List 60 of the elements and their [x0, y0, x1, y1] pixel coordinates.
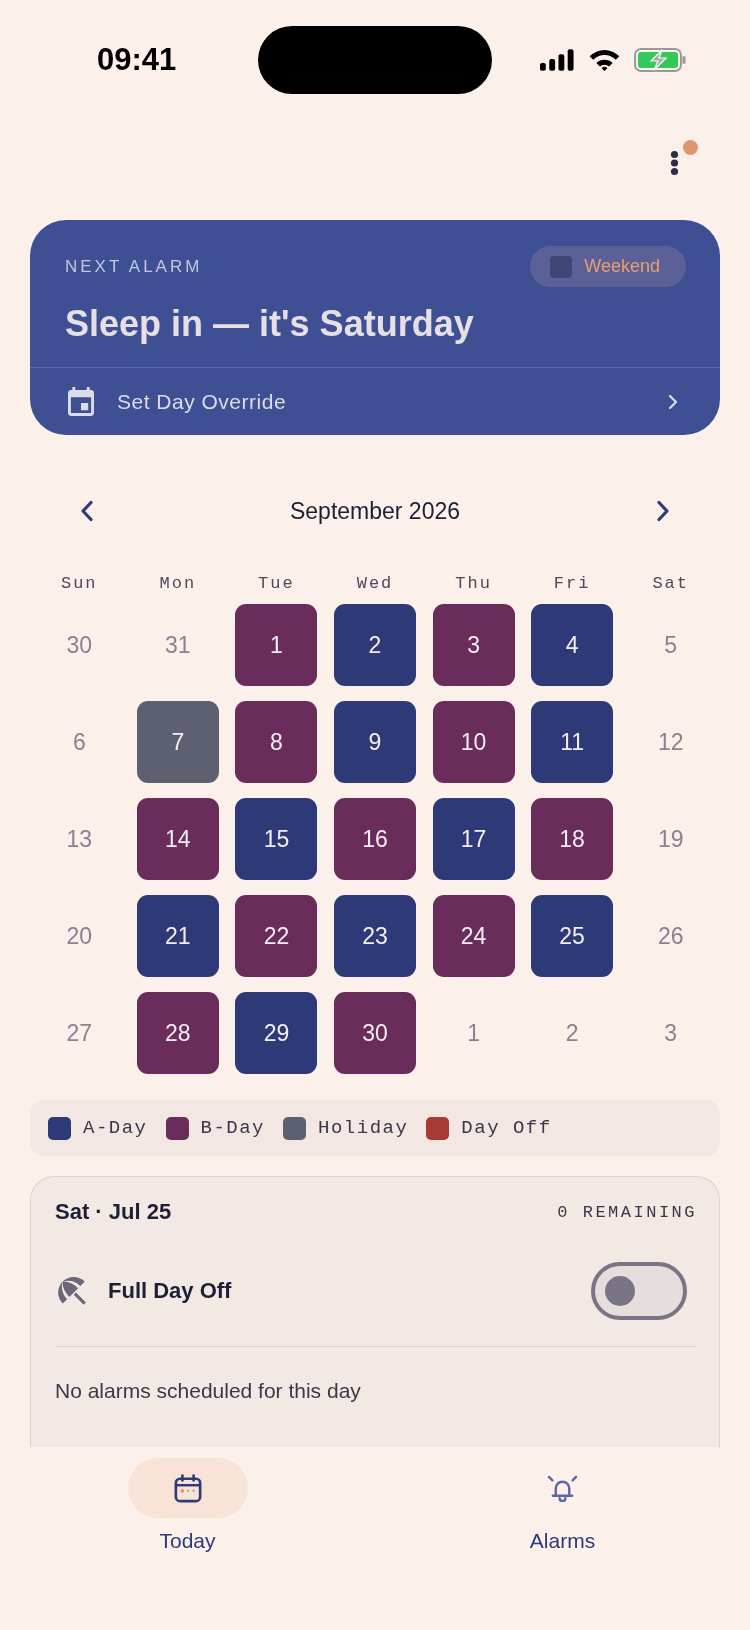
calendar-day[interactable]: 29: [235, 992, 318, 1074]
calendar-day[interactable]: 3: [432, 604, 515, 686]
calendar-day[interactable]: 25: [531, 895, 614, 977]
toggle-switch[interactable]: [591, 1262, 687, 1320]
more-options-icon: [670, 150, 679, 176]
signal-icon: [540, 49, 575, 71]
nav-tab[interactable]: Today: [127, 1458, 248, 1553]
chevron-left-icon: [80, 500, 94, 522]
calendar-day[interactable]: 16: [334, 798, 416, 880]
previous-month-button[interactable]: [80, 500, 94, 522]
calendar-day[interactable]: 4: [531, 604, 614, 686]
next-alarm-title: Sleep in — it's Saturday: [65, 302, 475, 346]
next-month-button[interactable]: [656, 500, 670, 522]
wifi-icon: [589, 49, 620, 71]
swatch-icon: [550, 255, 573, 278]
weekday-label: Thu: [455, 573, 492, 593]
calendar-day[interactable]: 18: [531, 798, 614, 880]
weekday-label: Mon: [159, 573, 197, 593]
tag-label: Weekend: [584, 256, 660, 277]
weekday-label: Wed: [356, 573, 394, 593]
calendar-day[interactable]: 7: [136, 701, 219, 783]
chevron-right-icon: [656, 500, 670, 522]
set-day-override-button[interactable]: Set Day Override: [30, 368, 720, 435]
remaining-count: 0 REMAINING: [557, 1202, 697, 1222]
day-title: Sat · Jul 25: [55, 1199, 172, 1225]
calendar-day[interactable]: 21: [136, 895, 219, 977]
calendar-day[interactable]: 30: [334, 992, 416, 1074]
calendar-day[interactable]: 24: [432, 895, 515, 977]
calendar-day[interactable]: 23: [334, 895, 416, 977]
nav-tab[interactable]: Alarms: [502, 1458, 623, 1553]
calendar-day[interactable]: 14: [136, 798, 219, 880]
calendar-day[interactable]: 2: [334, 604, 416, 686]
legend-label: Holiday: [318, 1117, 409, 1139]
calendar-day[interactable]: 17: [432, 798, 515, 880]
calendar-day[interactable]: 15: [235, 798, 318, 880]
status-time: 09:41: [97, 42, 177, 78]
calendar-day[interactable]: 1: [235, 604, 318, 686]
calendar-day[interactable]: 10: [432, 701, 515, 783]
calendar-day[interactable]: 28: [136, 992, 219, 1074]
legend-label: B-Day: [200, 1117, 266, 1139]
next-alarm-label: NEXT ALARM: [65, 256, 203, 277]
month-title: September 2026: [289, 497, 461, 525]
calendar-icon: [68, 387, 94, 416]
weekday-label: Sat: [652, 573, 689, 593]
battery-charging-icon: [634, 48, 686, 72]
empty-message: No alarms scheduled for this day: [55, 1378, 362, 1404]
calendar-day[interactable]: 22: [235, 895, 318, 977]
chevron-right-icon: [668, 393, 678, 410]
weekday-label: Tue: [258, 573, 295, 593]
calendar-icon: [173, 1473, 202, 1503]
bell-icon: [547, 1474, 578, 1502]
weekday-label: Fri: [553, 573, 591, 593]
calendar-day[interactable]: 9: [334, 701, 416, 783]
calendar-day[interactable]: 8: [235, 701, 318, 783]
legend-label: A-Day: [83, 1117, 148, 1139]
umbrella-icon: [58, 1277, 86, 1305]
full-day-off-label: Full Day Off: [108, 1278, 233, 1304]
legend-label: Day Off: [461, 1117, 552, 1139]
weekday-label: Sun: [60, 573, 98, 593]
calendar-day[interactable]: 11: [531, 701, 614, 783]
